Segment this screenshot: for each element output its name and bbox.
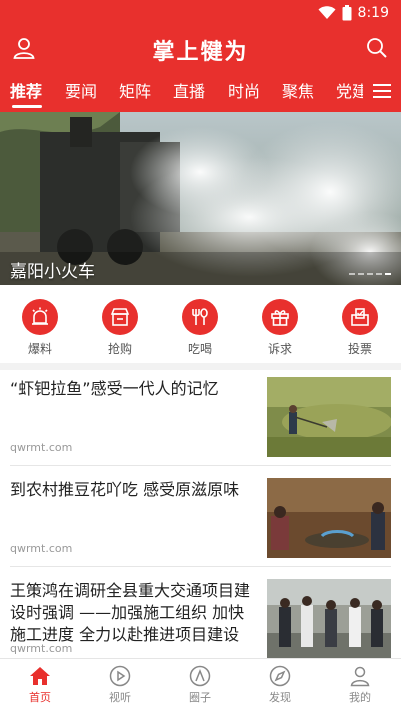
nav-circle[interactable]: 圈子 [170,665,230,705]
news-item[interactable]: “虾钯拉鱼”感受一代人的记忆 qwrmt.com [0,370,401,470]
quick-action-dining-badge [182,299,218,335]
quick-action-dining[interactable]: 吃喝 [170,299,230,357]
profile-icon [350,666,370,687]
circle-icon [189,665,211,687]
nav-home-label: 首页 [29,691,51,704]
tab-matrix[interactable]: 矩阵 [119,78,151,102]
news-source: qwrmt.com [10,642,73,655]
news-thumbnail [267,579,391,659]
tab-focus[interactable]: 聚焦 [282,78,314,102]
tab-live[interactable]: 直播 [173,78,205,102]
news-source: qwrmt.com [10,542,73,555]
nav-discover[interactable]: 发现 [250,665,310,705]
banner-carousel[interactable]: 嘉阳小火车 [0,112,401,285]
nav-home[interactable]: 首页 [10,665,70,705]
tabs-menu-button[interactable] [363,72,401,112]
play-icon [109,665,131,687]
news-thumbnail [267,478,391,558]
nav-profile[interactable]: 我的 [330,665,390,705]
app-header: 掌上犍为 [0,26,401,72]
news-item[interactable]: 王策鸿在调研全县重大交通项目建设时强调 ——加强施工组织 加快施工进度 全力以赴… [0,572,401,659]
search-icon [367,38,387,58]
search-button[interactable] [365,36,391,62]
bottom-nav: 首页 视听 圈子 发现 我的 [0,658,401,710]
news-divider [10,465,391,466]
nav-profile-label: 我的 [349,691,371,704]
tab-news[interactable]: 要闻 [65,78,97,102]
home-icon [30,667,50,685]
news-thumbnail [267,377,391,457]
status-time: 8:19 [357,5,389,21]
wifi-icon [318,6,336,19]
news-divider [10,566,391,567]
active-tab-indicator [12,105,42,108]
nav-circle-label: 圈子 [189,691,211,704]
news-title: “虾钯拉鱼”感受一代人的记忆 [10,379,219,398]
quick-action-appeal-label: 诉求 [267,342,292,356]
quick-action-report-badge [22,299,58,335]
category-tabs: 推荐 要闻 矩阵 直播 时尚 聚焦 党建 [0,72,401,112]
nav-media[interactable]: 视听 [90,665,150,705]
quick-action-appeal[interactable]: 诉求 [250,299,310,357]
status-bar: 8:19 [0,0,401,26]
quick-action-vote-badge [342,299,378,335]
alarm-icon [32,307,48,325]
fork-spoon-icon [192,308,208,325]
quick-action-dining-label: 吃喝 [187,342,212,356]
quick-action-flash-sale-badge [102,299,138,335]
quick-action-report-label: 爆料 [27,342,52,356]
quick-action-vote-label: 投票 [347,342,372,356]
news-title: 到农村推豆花吖吃 感受原滋原味 [10,480,240,499]
quick-action-appeal-badge [262,299,298,335]
quick-action-flash-sale-label: 抢购 [107,342,132,356]
tab-recommend[interactable]: 推荐 [10,78,42,102]
banner-caption: 嘉阳小火车 [10,262,95,282]
quick-actions: 爆料 抢购 吃喝 诉求 投票 [0,285,401,363]
quick-action-report[interactable]: 爆料 [10,299,70,357]
nav-media-label: 视听 [109,691,131,704]
carousel-dots [349,273,391,275]
ballot-icon [351,308,369,326]
news-title: 王策鸿在调研全县重大交通项目建设时强调 ——加强施工组织 加快施工进度 全力以赴… [10,581,251,644]
menu-icon [373,84,391,98]
quick-action-flash-sale[interactable]: 抢购 [90,299,150,357]
compass-icon [269,665,291,687]
quick-action-vote[interactable]: 投票 [330,299,390,357]
status-bar-right: 8:19 [318,4,389,22]
tab-fashion[interactable]: 时尚 [228,78,260,102]
app-title: 掌上犍为 [152,39,249,65]
shop-icon [110,308,130,326]
news-item[interactable]: 到农村推豆花吖吃 感受原滋原味 qwrmt.com [0,471,401,571]
battery-icon [342,5,352,21]
section-divider [0,363,401,370]
nav-discover-label: 发现 [269,691,291,704]
gift-icon [271,310,289,326]
news-source: qwrmt.com [10,441,73,454]
